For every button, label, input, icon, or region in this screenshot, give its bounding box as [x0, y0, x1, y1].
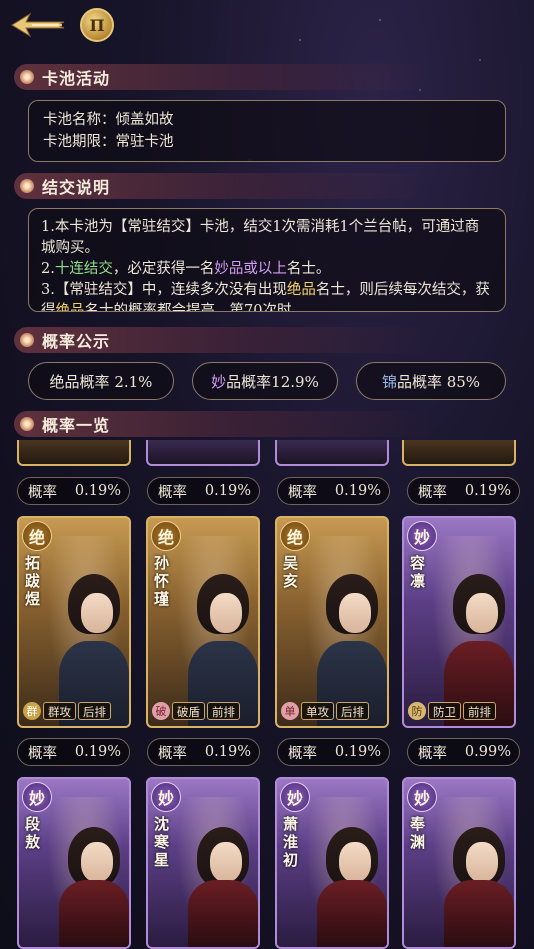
grade-badge: 绝	[280, 521, 310, 551]
rate-pill-jin: 锦品概率 85%	[356, 362, 506, 400]
role-icon: 防	[408, 702, 426, 720]
role-icon: 单	[281, 702, 299, 720]
hero-card[interactable]: 妙 沈寒星	[146, 777, 260, 949]
role-tag: 单攻	[301, 702, 334, 720]
section-title: 卡池活动	[42, 69, 111, 88]
grade-badge: 妙	[407, 782, 437, 812]
rate-cell: 概率 0.19%	[147, 477, 260, 505]
hero-portrait	[426, 536, 514, 726]
hero-card[interactable]: 妙 萧淮初	[275, 777, 389, 949]
rate-row-1: 概率 0.19% 概率 0.19% 概率 0.19% 概率 0.19%	[17, 477, 520, 505]
header-orb-icon	[20, 70, 34, 84]
grade-badge: 妙	[407, 521, 437, 551]
grade-badge: 绝	[22, 521, 52, 551]
hero-name: 拓跋煜	[25, 554, 41, 608]
section-header-rate-list: 概率一览	[14, 411, 434, 437]
hero-name: 孙怀瑾	[154, 554, 170, 608]
header-orb-icon	[20, 179, 34, 193]
hero-name: 萧淮初	[283, 815, 299, 869]
rate-cell: 概率 0.19%	[17, 738, 130, 766]
position-tag: 后排	[78, 702, 111, 720]
hero-name: 奉渊	[410, 815, 426, 851]
desc-paragraph-2: 2.十连结交，必定获得一名妙品或以上名士。	[41, 261, 331, 277]
rate-cell: 概率 0.19%	[147, 738, 260, 766]
desc-paragraph-1: 1.本卡池为【常驻结交】卡池，结交1次需消耗1个兰台帖，可通过商城购买。	[41, 219, 480, 256]
hero-portrait	[426, 797, 514, 947]
hero-card[interactable]: 绝 吴亥 单 单攻 后排	[275, 516, 389, 728]
hero-card-partial[interactable]	[275, 440, 389, 466]
grade-badge: 妙	[280, 782, 310, 812]
section-title: 概率一览	[42, 416, 111, 435]
hero-card[interactable]: 绝 孙怀瑾 破 破盾 前排	[146, 516, 260, 728]
section-title: 概率公示	[42, 332, 111, 351]
hero-card[interactable]: 妙 容凛 防 防卫 前排	[402, 516, 516, 728]
back-arrow-icon[interactable]	[8, 10, 66, 40]
hero-name: 吴亥	[283, 554, 299, 590]
rate-cell: 概率 0.19%	[277, 738, 390, 766]
rate-cell: 概率 0.99%	[407, 738, 520, 766]
rate-cell: 概率 0.19%	[407, 477, 520, 505]
position-tag: 后排	[336, 702, 369, 720]
pool-info-box: 卡池名称：倾盖如故 卡池期限：常驻卡池	[28, 100, 506, 162]
hero-card[interactable]: 妙 段敖	[17, 777, 131, 949]
hero-portrait	[299, 536, 387, 726]
position-tag: 前排	[207, 702, 240, 720]
hero-card[interactable]: 妙 奉渊	[402, 777, 516, 949]
role-tag: 破盾	[172, 702, 205, 720]
header-orb-icon	[20, 417, 34, 431]
rate-cell: 概率 0.19%	[277, 477, 390, 505]
rate-row-2: 概率 0.19% 概率 0.19% 概率 0.19% 概率 0.99%	[17, 738, 520, 766]
hero-tags: 单 单攻 后排	[281, 702, 369, 720]
bond-description-box[interactable]: 1.本卡池为【常驻结交】卡池，结交1次需消耗1个兰台帖，可通过商城购买。 2.十…	[28, 208, 506, 312]
hero-portrait	[170, 797, 258, 947]
pool-name-line: 卡池名称：倾盖如故	[43, 112, 174, 128]
hero-card-partial[interactable]	[402, 440, 516, 466]
hero-portrait	[170, 536, 258, 726]
hero-portrait	[41, 797, 129, 947]
hero-card[interactable]: 绝 拓跋煜 群 群攻 后排	[17, 516, 131, 728]
hero-tags: 群 群攻 后排	[23, 702, 111, 720]
role-icon: 群	[23, 702, 41, 720]
hero-tags: 防 防卫 前排	[408, 702, 496, 720]
hero-name: 沈寒星	[154, 815, 170, 869]
section-title: 结交说明	[42, 178, 111, 197]
section-header-pool: 卡池活动	[14, 64, 434, 90]
hero-tags: 破 破盾 前排	[152, 702, 240, 720]
rate-pill-miao: 妙品概率12.9%	[192, 362, 338, 400]
position-tag: 前排	[463, 702, 496, 720]
section-header-bond: 结交说明	[14, 173, 434, 199]
currency-coin-icon[interactable]: П	[80, 8, 114, 42]
desc-paragraph-3: 3.【常驻结交】中，连续多次没有出现绝品名士，则后续每次结交，获得绝品名士的概率…	[41, 282, 490, 312]
hero-portrait	[299, 797, 387, 947]
section-header-rates: 概率公示	[14, 327, 434, 353]
role-tag: 群攻	[43, 702, 76, 720]
role-tag: 防卫	[428, 702, 461, 720]
pool-period-line: 卡池期限：常驻卡池	[43, 134, 174, 150]
grade-badge: 妙	[22, 782, 52, 812]
hero-name: 容凛	[410, 554, 426, 590]
hero-portrait	[41, 536, 129, 726]
role-icon: 破	[152, 702, 170, 720]
grade-badge: 妙	[151, 782, 181, 812]
hero-card-partial[interactable]	[17, 440, 131, 466]
grade-badge: 绝	[151, 521, 181, 551]
rate-cell: 概率 0.19%	[17, 477, 130, 505]
hero-card-partial[interactable]	[146, 440, 260, 466]
header-orb-icon	[20, 333, 34, 347]
rate-pill-jue: 绝品概率 2.1%	[28, 362, 174, 400]
top-bar: П	[0, 0, 534, 52]
hero-name: 段敖	[25, 815, 41, 851]
